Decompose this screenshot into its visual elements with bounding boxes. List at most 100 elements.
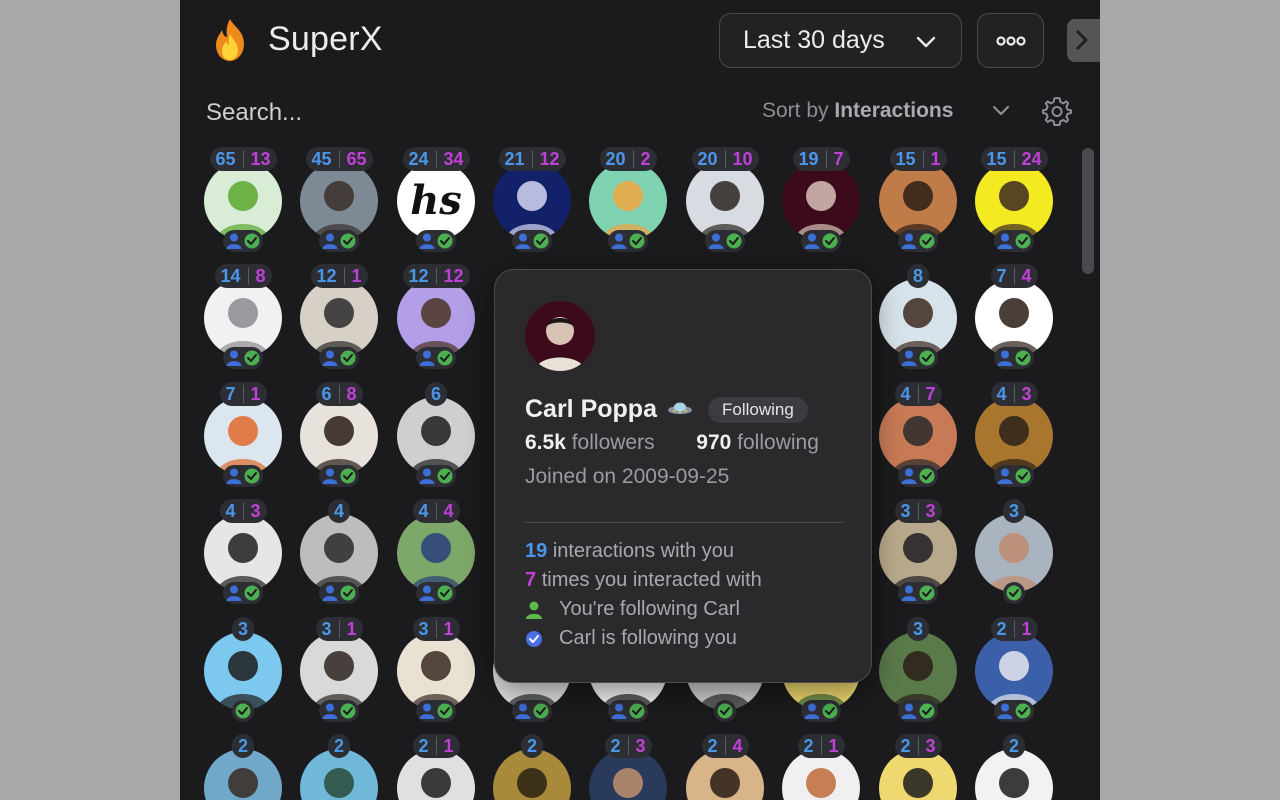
user-avatar[interactable] — [686, 162, 764, 240]
user-avatar[interactable]: hs — [397, 162, 475, 240]
you-interacted-count: 7 — [833, 148, 844, 169]
user-avatar[interactable] — [975, 279, 1053, 357]
user-card[interactable]: 21 12 — [485, 140, 581, 252]
count-separator — [724, 737, 726, 755]
follows-you-check-icon — [339, 467, 357, 485]
follows-you-check-icon — [1014, 467, 1032, 485]
user-card[interactable]: 21 — [774, 727, 870, 800]
you-follow-icon — [514, 232, 532, 250]
you-follow-icon — [321, 232, 339, 250]
user-avatar[interactable] — [782, 162, 860, 240]
user-avatar[interactable] — [879, 279, 957, 357]
user-avatar[interactable] — [397, 397, 475, 475]
user-card[interactable]: 2 — [292, 727, 388, 800]
user-avatar[interactable] — [204, 632, 282, 710]
user-card[interactable]: 44 — [389, 492, 485, 604]
user-avatar[interactable] — [879, 397, 957, 475]
user-avatar[interactable] — [879, 162, 957, 240]
user-card[interactable]: 65 13 — [196, 140, 292, 252]
user-card[interactable]: 33 — [871, 492, 967, 604]
user-avatar[interactable] — [493, 162, 571, 240]
user-card[interactable]: 43 — [967, 375, 1063, 487]
user-avatar[interactable] — [589, 162, 667, 240]
user-avatar[interactable] — [397, 632, 475, 710]
user-avatar[interactable] — [879, 514, 957, 592]
user-avatar[interactable] — [975, 514, 1053, 592]
user-avatar[interactable] — [204, 397, 282, 475]
interactions-with-you-count: 4 — [334, 500, 345, 521]
user-card[interactable]: 19 7 — [774, 140, 870, 252]
interactions-with-you: 19 interactions with you — [525, 540, 734, 563]
user-avatar[interactable] — [975, 397, 1053, 475]
user-avatar[interactable] — [879, 632, 957, 710]
user-card[interactable]: 15 24 — [967, 140, 1063, 252]
you-interacted-label: times you interacted with — [541, 569, 762, 591]
user-card[interactable]: 43 — [196, 492, 292, 604]
user-card[interactable]: 47 — [871, 375, 967, 487]
interaction-counts: 15 24 — [980, 147, 1048, 171]
user-card[interactable]: 3 — [967, 492, 1063, 604]
you-follow-line: You're following Carl — [525, 598, 740, 621]
count-separator — [338, 385, 340, 403]
search-input[interactable] — [206, 96, 566, 130]
gear-icon[interactable] — [1042, 96, 1072, 126]
sort-dropdown[interactable]: Sort by Interactions — [762, 99, 953, 123]
user-card[interactable]: 15 1 — [871, 140, 967, 252]
you-follow-text: You're following Carl — [559, 598, 740, 620]
follows-you-check-icon — [821, 702, 839, 720]
date-range-dropdown[interactable]: Last 30 days — [719, 13, 962, 68]
user-card[interactable]: 23 — [871, 727, 967, 800]
scrollbar[interactable] — [1082, 148, 1094, 274]
user-card[interactable]: 45 65 — [292, 140, 388, 252]
user-avatar[interactable] — [300, 397, 378, 475]
user-card[interactable]: 24 — [678, 727, 774, 800]
user-card[interactable]: 3 — [871, 610, 967, 722]
count-separator — [1013, 267, 1015, 285]
user-avatar[interactable] — [975, 632, 1053, 710]
user-card[interactable]: 71 — [196, 375, 292, 487]
user-card[interactable]: 6 — [389, 375, 485, 487]
user-card[interactable]: 12 12 — [389, 257, 485, 369]
you-interacted-count: 4 — [732, 735, 743, 756]
user-card[interactable]: hs 24 34 — [389, 140, 485, 252]
user-avatar[interactable] — [975, 162, 1053, 240]
user-card[interactable]: 21 — [389, 727, 485, 800]
user-card[interactable]: 2 — [967, 727, 1063, 800]
user-card[interactable]: 4 — [292, 492, 388, 604]
user-card[interactable]: 12 1 — [292, 257, 388, 369]
user-card[interactable]: 8 — [871, 257, 967, 369]
user-avatar[interactable] — [300, 514, 378, 592]
sort-chevron-down-icon[interactable] — [992, 104, 1010, 118]
user-avatar[interactable] — [204, 162, 282, 240]
user-card[interactable]: 2 — [196, 727, 292, 800]
follow-badges — [714, 700, 736, 722]
user-card[interactable]: 23 — [581, 727, 677, 800]
app-title: SuperX — [268, 20, 383, 58]
interactions-with-you-count: 3 — [900, 500, 911, 521]
user-hover-card: Carl Poppa Following 6.5k followers 970 … — [494, 269, 872, 683]
user-card[interactable]: 68 — [292, 375, 388, 487]
you-interacted-count: 2 — [640, 148, 651, 169]
user-card[interactable]: 31 — [292, 610, 388, 722]
user-avatar[interactable] — [300, 279, 378, 357]
user-card[interactable]: 14 8 — [196, 257, 292, 369]
user-card[interactable]: 31 — [389, 610, 485, 722]
user-card[interactable]: 21 — [967, 610, 1063, 722]
user-avatar[interactable] — [397, 279, 475, 357]
more-options-button[interactable] — [977, 13, 1044, 68]
collapse-panel-button[interactable] — [1067, 19, 1100, 62]
user-card[interactable]: 74 — [967, 257, 1063, 369]
follow-badges — [994, 700, 1034, 722]
user-avatar[interactable] — [204, 514, 282, 592]
user-avatar[interactable] — [300, 632, 378, 710]
interaction-counts: 65 13 — [209, 147, 277, 171]
user-avatar[interactable] — [397, 514, 475, 592]
user-card[interactable]: 2 — [485, 727, 581, 800]
user-avatar[interactable] — [300, 162, 378, 240]
user-card[interactable]: 20 2 — [581, 140, 677, 252]
followers-count: 6.5k — [525, 431, 566, 454]
interaction-counts: 8 — [907, 264, 930, 288]
user-card[interactable]: 3 — [196, 610, 292, 722]
user-avatar[interactable] — [204, 279, 282, 357]
user-card[interactable]: 20 10 — [678, 140, 774, 252]
